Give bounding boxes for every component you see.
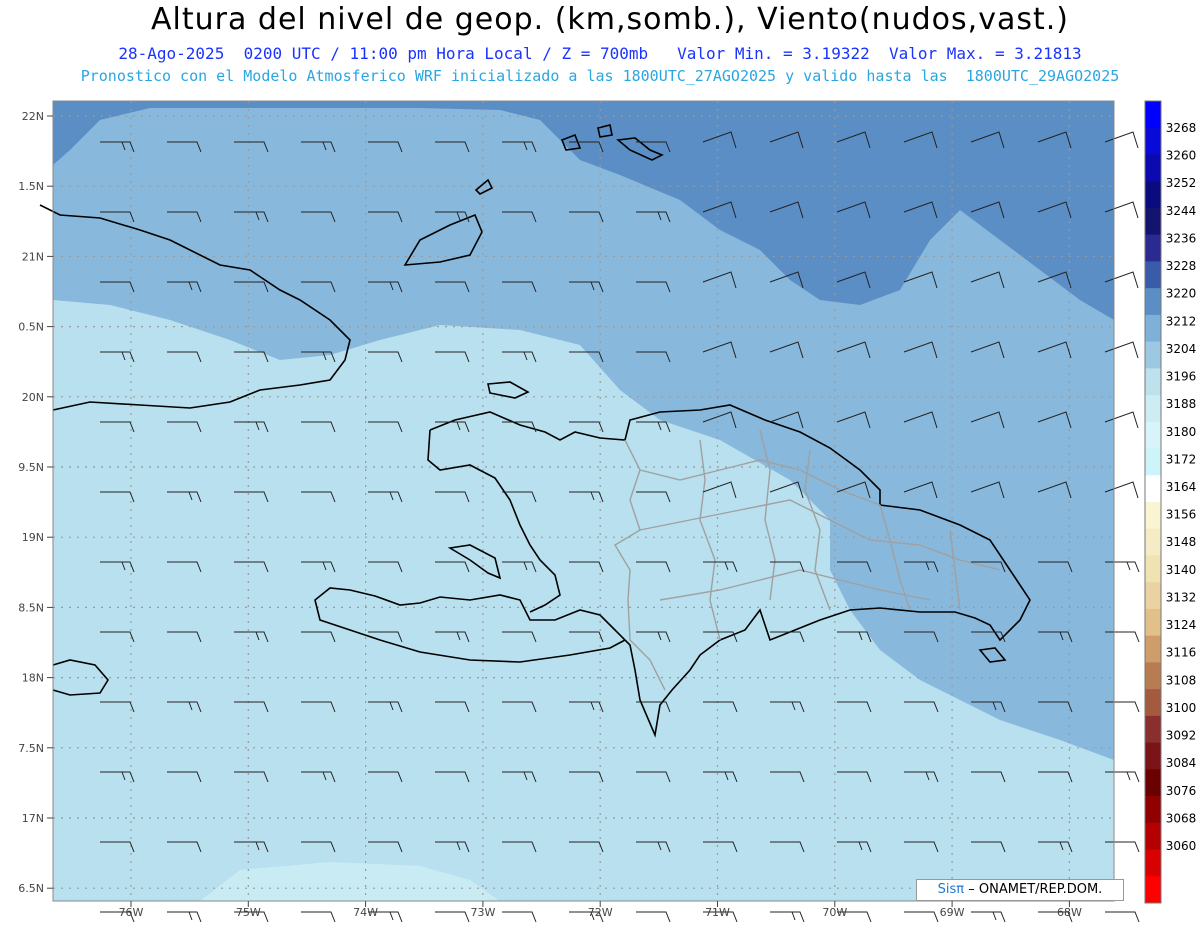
- colorbar-label: 3268: [1166, 121, 1197, 135]
- colorbar-swatch: [1145, 689, 1161, 717]
- colorbar-label: 3148: [1166, 535, 1197, 549]
- colorbar-label: 3260: [1166, 149, 1197, 163]
- colorbar-swatch: [1145, 421, 1161, 450]
- colorbar-swatch: [1145, 101, 1161, 129]
- lon-tick-label: 70W: [822, 906, 847, 919]
- wind-barb: [770, 911, 805, 923]
- credit-org: – ONAMET/REP.DOM.: [968, 882, 1103, 897]
- lat-tick-label: 0.5N: [18, 321, 44, 334]
- colorbar-swatch: [1145, 555, 1161, 583]
- colorbar-label: 3076: [1166, 784, 1197, 798]
- colorbar-swatch: [1145, 181, 1161, 209]
- wind-barb: [435, 911, 470, 923]
- colorbar-swatch: [1145, 448, 1161, 476]
- colorbar-swatch: [1145, 502, 1161, 530]
- lon-tick-label: 74W: [353, 906, 378, 919]
- colorbar-swatch: [1145, 288, 1161, 316]
- wind-barb: [502, 911, 537, 923]
- colorbar-swatch: [1145, 207, 1161, 236]
- colorbar-label: 3156: [1166, 508, 1197, 522]
- lat-tick-label: 20N: [22, 391, 44, 404]
- colorbar-swatch: [1145, 395, 1161, 423]
- lon-tick-label: 72W: [588, 906, 613, 919]
- credit-box: Sisπ – ONAMET/REP.DOM.: [916, 879, 1124, 901]
- lat-tick-label: 9.5N: [18, 461, 44, 474]
- geopotential-field: [53, 101, 1114, 901]
- lon-tick-label: 71W: [705, 906, 730, 919]
- colorbar-label: 3180: [1166, 425, 1197, 439]
- colorbar-swatch: [1145, 582, 1161, 610]
- colorbar-swatch: [1145, 796, 1161, 824]
- colorbar-label: 3196: [1166, 370, 1197, 384]
- colorbar-swatch: [1145, 608, 1161, 637]
- colorbar-swatch: [1145, 876, 1161, 904]
- wind-barb: [636, 911, 671, 923]
- colorbar-label: 3108: [1166, 673, 1197, 687]
- lat-tick-label: 22N: [22, 110, 44, 123]
- lon-tick-label: 68W: [1057, 906, 1082, 919]
- colorbar-label: 3140: [1166, 563, 1197, 577]
- colorbar-swatch: [1145, 742, 1161, 770]
- lat-tick-label: 19N: [22, 531, 44, 544]
- wind-barb: [1105, 911, 1140, 923]
- colorbar-label: 3172: [1166, 452, 1197, 466]
- colorbar-swatch: [1145, 475, 1161, 503]
- colorbar-swatch: [1145, 635, 1161, 663]
- colorbar-swatch: [1145, 822, 1161, 851]
- sis-logo: Sisπ: [937, 882, 965, 897]
- colorbar-label: 3236: [1166, 231, 1197, 245]
- colorbar-swatch: [1145, 368, 1161, 396]
- lat-tick-label: 17N: [22, 812, 44, 825]
- colorbar-swatch: [1145, 234, 1161, 262]
- colorbar: 3268 3260 3252 3244 3236 3228 3220 3212 3204 3196…: [1144, 100, 1197, 904]
- colorbar-swatch: [1145, 127, 1161, 155]
- colorbar-swatch: [1145, 261, 1161, 289]
- colorbar-swatch: [1145, 154, 1161, 182]
- colorbar-label: 3132: [1166, 590, 1197, 604]
- colorbar-label: 3252: [1166, 176, 1197, 190]
- lat-tick-label: 7.5N: [18, 742, 44, 755]
- colorbar-label: 3084: [1166, 756, 1197, 770]
- colorbar-label: 3100: [1166, 701, 1197, 715]
- lat-tick-label: 1.5N: [18, 180, 44, 193]
- colorbar-label: 3164: [1166, 480, 1197, 494]
- lat-tick-label: 8.5N: [18, 601, 44, 614]
- colorbar-label: 3212: [1166, 314, 1197, 328]
- lon-tick-label: 73W: [470, 906, 495, 919]
- lat-tick-label: 18N: [22, 672, 44, 685]
- colorbar-label: 3068: [1166, 811, 1197, 825]
- lon-tick-label: 76W: [119, 906, 144, 919]
- lon-tick-label: 69W: [940, 906, 965, 919]
- wind-barb: [301, 911, 336, 923]
- colorbar-swatch: [1145, 662, 1161, 690]
- map-canvas: 22N 1.5N 21N 0.5N 20N 9.5N 19N 8.5N 18N 7.5N 17N 6.…: [18, 100, 1197, 923]
- colorbar-swatch: [1145, 769, 1161, 797]
- colorbar-label: 3188: [1166, 397, 1197, 411]
- colorbar-label: 3124: [1166, 618, 1197, 632]
- colorbar-swatch: [1145, 528, 1161, 556]
- colorbar-swatch: [1145, 341, 1161, 369]
- colorbar-label: 3228: [1166, 259, 1197, 273]
- wind-barb: [167, 911, 202, 923]
- wind-barb: [971, 911, 1006, 923]
- colorbar-label: 3092: [1166, 729, 1197, 743]
- colorbar-swatch: [1145, 715, 1161, 744]
- lon-tick-label: 75W: [236, 906, 261, 919]
- colorbar-swatch: [1145, 314, 1161, 343]
- colorbar-label: 3060: [1166, 839, 1197, 853]
- wind-barb: [904, 911, 939, 923]
- colorbar-swatch: [1145, 849, 1161, 877]
- colorbar-label: 3204: [1166, 342, 1197, 356]
- colorbar-label: 3116: [1166, 646, 1197, 660]
- colorbar-label: 3220: [1166, 287, 1197, 301]
- lat-tick-label: 21N: [22, 250, 44, 263]
- colorbar-label: 3244: [1166, 204, 1197, 218]
- lat-tick-label: 6.5N: [18, 882, 44, 895]
